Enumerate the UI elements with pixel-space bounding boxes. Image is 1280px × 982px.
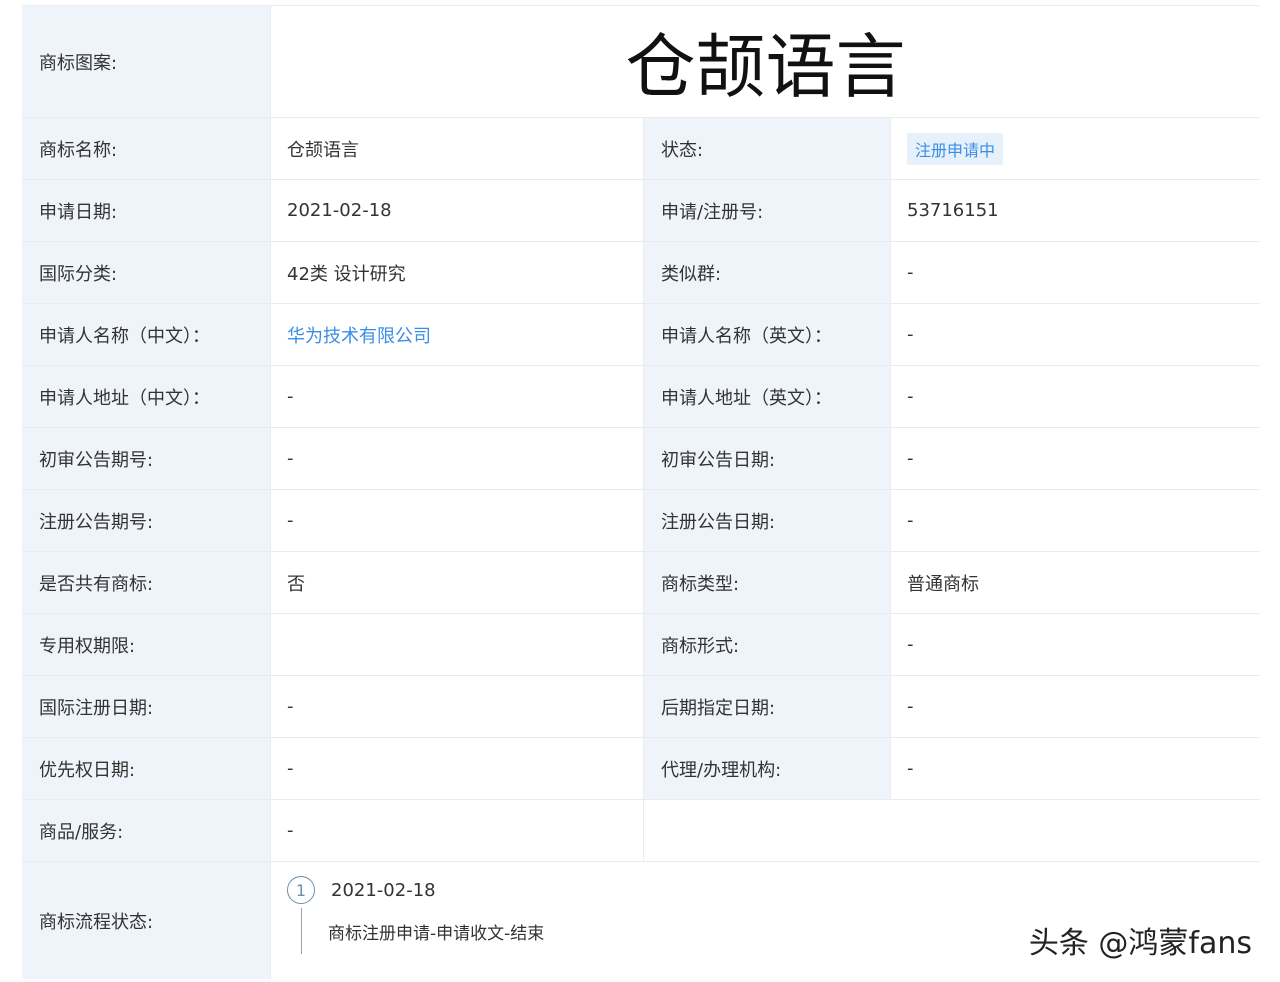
field-value: - bbox=[890, 242, 1260, 303]
field-value-text: - bbox=[907, 262, 914, 283]
status-badge: 注册申请中 bbox=[907, 132, 1004, 165]
table-row: 是否共有商标: 否 商标类型: 普通商标 bbox=[22, 552, 1260, 614]
field-label: 后期指定日期: bbox=[643, 676, 890, 737]
field-value-text: - bbox=[287, 696, 294, 717]
trademark-image: 仓颉语言 bbox=[270, 6, 1260, 117]
field-label: 申请人地址（英文）： bbox=[643, 366, 890, 427]
field-label: 代理/办理机构: bbox=[643, 738, 890, 799]
label-flow-status: 商标流程状态: bbox=[22, 862, 270, 979]
step-description: 商标注册申请-申请收文-结束 bbox=[301, 908, 544, 954]
field-label: 商标类型: bbox=[643, 552, 890, 613]
flow-step: 1 2021-02-18 bbox=[287, 876, 436, 904]
field-label: 优先权日期: bbox=[22, 738, 270, 799]
field-value: - bbox=[890, 614, 1260, 675]
field-value: - bbox=[270, 738, 643, 799]
field-value: 注册申请中 bbox=[890, 118, 1260, 179]
field-value: 2021-02-18 bbox=[270, 180, 643, 241]
field-value-text: - bbox=[907, 634, 914, 655]
field-label: 申请日期: bbox=[22, 180, 270, 241]
field-label: 状态: bbox=[643, 118, 890, 179]
field-label: 是否共有商标: bbox=[22, 552, 270, 613]
table-row: 商标名称: 仓颉语言 状态: 注册申请中 bbox=[22, 118, 1260, 180]
field-value-text: 53716151 bbox=[907, 200, 999, 221]
field-label: 国际注册日期: bbox=[22, 676, 270, 737]
value-goods-services: - bbox=[270, 800, 643, 861]
field-value-text: 42类 设计研究 bbox=[287, 263, 406, 285]
field-value: - bbox=[890, 738, 1260, 799]
table-row: 优先权日期: - 代理/办理机构: - bbox=[22, 738, 1260, 800]
row-goods-services: 商品/服务: - bbox=[22, 800, 1260, 862]
field-label: 商标形式: bbox=[643, 614, 890, 675]
field-value: - bbox=[270, 428, 643, 489]
table-row: 国际注册日期: - 后期指定日期: - bbox=[22, 676, 1260, 738]
field-value-text: - bbox=[907, 696, 914, 717]
field-value-text: 仓颉语言 bbox=[287, 139, 359, 161]
step-number-icon: 1 bbox=[287, 876, 315, 904]
applicant-link[interactable]: 华为技术有限公司 bbox=[287, 322, 431, 348]
trademark-detail-table: 商标图案: 仓颉语言 商标名称: 仓颉语言 状态: 注册申请中 申请日期: 202… bbox=[22, 5, 1260, 979]
field-value-text: - bbox=[287, 510, 294, 531]
table-row: 申请人地址（中文）： - 申请人地址（英文）： - bbox=[22, 366, 1260, 428]
field-value: - bbox=[270, 676, 643, 737]
field-value-text: - bbox=[287, 448, 294, 469]
watermark: 头条 @鸿蒙fans bbox=[1028, 926, 1252, 961]
field-value: - bbox=[890, 428, 1260, 489]
field-value-text: - bbox=[907, 510, 914, 531]
field-value-text: - bbox=[907, 324, 914, 345]
table-row: 国际分类: 42类 设计研究 类似群: - bbox=[22, 242, 1260, 304]
field-label: 初审公告期号: bbox=[22, 428, 270, 489]
field-label: 申请人地址（中文）： bbox=[22, 366, 270, 427]
field-value: 仓颉语言 bbox=[270, 118, 643, 179]
field-label: 申请/注册号: bbox=[643, 180, 890, 241]
field-label: 专用权期限: bbox=[22, 614, 270, 675]
field-label: 初审公告日期: bbox=[643, 428, 890, 489]
field-value: - bbox=[890, 490, 1260, 551]
field-label: 注册公告日期: bbox=[643, 490, 890, 551]
field-value: - bbox=[890, 676, 1260, 737]
field-label: 国际分类: bbox=[22, 242, 270, 303]
table-row: 申请人名称（中文）： 华为技术有限公司 申请人名称（英文）： - bbox=[22, 304, 1260, 366]
field-value: 否 bbox=[270, 552, 643, 613]
field-value-text: - bbox=[907, 758, 914, 779]
label-goods-services: 商品/服务: bbox=[22, 800, 270, 861]
field-value bbox=[270, 614, 643, 675]
field-value-text: - bbox=[287, 386, 294, 407]
field-value-text: 2021-02-18 bbox=[287, 200, 392, 221]
field-value: 53716151 bbox=[890, 180, 1260, 241]
field-value: 普通商标 bbox=[890, 552, 1260, 613]
table-row: 申请日期: 2021-02-18 申请/注册号: 53716151 bbox=[22, 180, 1260, 242]
field-label: 类似群: bbox=[643, 242, 890, 303]
table-row: 专用权期限: 商标形式: - bbox=[22, 614, 1260, 676]
field-value[interactable]: 华为技术有限公司 bbox=[270, 304, 643, 365]
table-row: 注册公告期号: - 注册公告日期: - bbox=[22, 490, 1260, 552]
field-value-text: - bbox=[907, 386, 914, 407]
field-value: 42类 设计研究 bbox=[270, 242, 643, 303]
label-trademark-image: 商标图案: bbox=[22, 6, 270, 117]
step-date: 2021-02-18 bbox=[331, 879, 436, 901]
field-label: 申请人名称（英文）： bbox=[643, 304, 890, 365]
row-trademark-image: 商标图案: 仓颉语言 bbox=[22, 6, 1260, 118]
field-value: - bbox=[270, 490, 643, 551]
empty-cell bbox=[643, 800, 1260, 861]
field-label: 注册公告期号: bbox=[22, 490, 270, 551]
field-value-text: - bbox=[287, 758, 294, 779]
field-value: - bbox=[890, 366, 1260, 427]
field-value-text: - bbox=[907, 448, 914, 469]
field-value-text: 否 bbox=[287, 573, 305, 595]
field-value: - bbox=[270, 366, 643, 427]
field-value-text: 普通商标 bbox=[907, 573, 979, 595]
field-value: - bbox=[890, 304, 1260, 365]
field-label: 申请人名称（中文）： bbox=[22, 304, 270, 365]
table-row: 初审公告期号: - 初审公告日期: - bbox=[22, 428, 1260, 490]
field-label: 商标名称: bbox=[22, 118, 270, 179]
